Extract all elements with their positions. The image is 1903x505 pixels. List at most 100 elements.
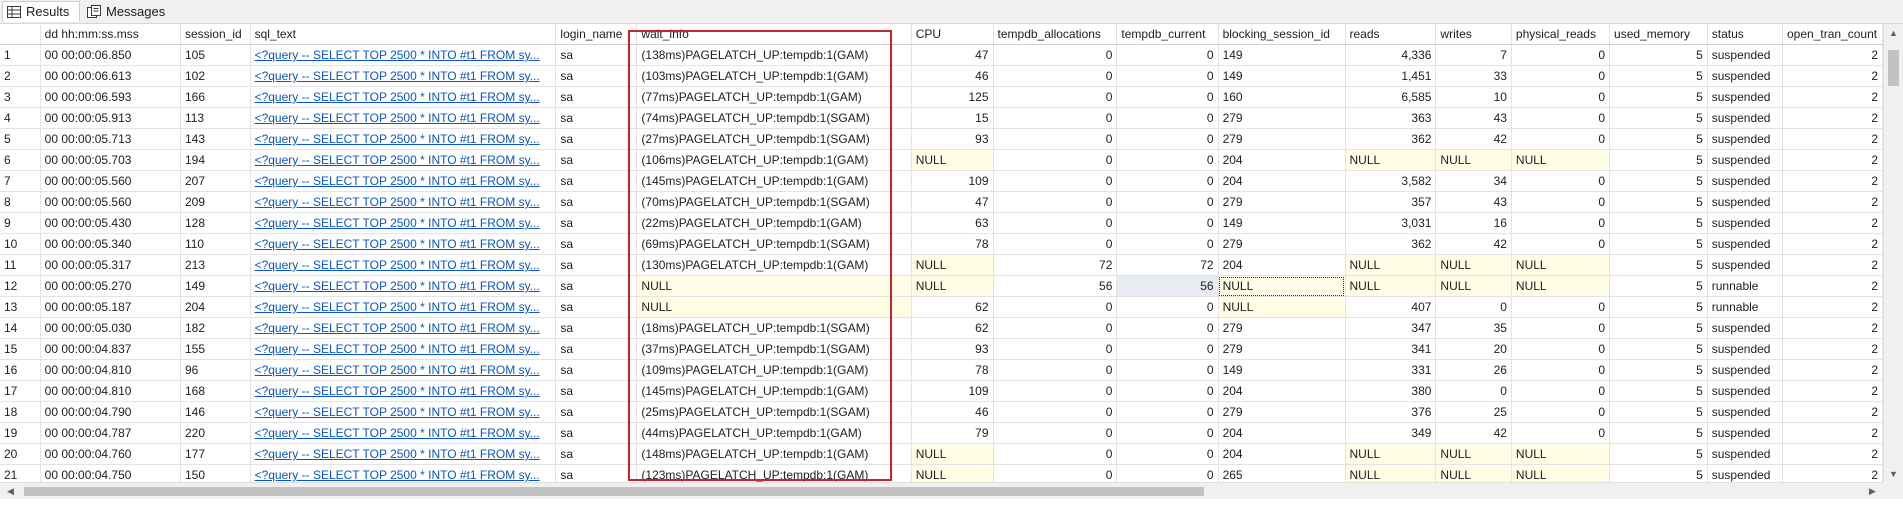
table-cell[interactable]: 362 xyxy=(1345,233,1437,255)
table-row[interactable]: 3 00 00:00:06.593 166 <?query -- SELECT TOP… xyxy=(0,86,1883,108)
table-cell[interactable]: sa xyxy=(555,44,638,66)
table-cell[interactable]: 0 xyxy=(1116,338,1219,360)
table-cell[interactable]: 357 xyxy=(1345,191,1437,213)
sql-text-link[interactable]: <?query -- SELECT TOP 2500 * INTO #t1 FR… xyxy=(250,338,557,360)
table-cell[interactable]: 279 xyxy=(1218,191,1346,213)
table-cell[interactable]: 0 xyxy=(1511,296,1611,318)
table-cell[interactable]: 56 xyxy=(1116,275,1219,297)
table-cell[interactable]: 00 00:00:04.787 xyxy=(40,422,181,444)
table-cell[interactable]: 1,451 xyxy=(1345,65,1437,87)
table-cell[interactable]: 0 xyxy=(993,443,1118,465)
table-cell[interactable]: 0 xyxy=(1511,422,1611,444)
table-cell[interactable]: 5 xyxy=(1609,464,1708,482)
table-cell[interactable]: sa xyxy=(555,317,638,339)
table-cell[interactable]: 42 xyxy=(1435,128,1512,150)
row-number[interactable]: 2 xyxy=(0,65,41,87)
table-cell[interactable]: 2 xyxy=(1782,107,1883,129)
vertical-scroll-thumb[interactable] xyxy=(1888,50,1899,86)
sql-text-link[interactable]: <?query -- SELECT TOP 2500 * INTO #t1 FR… xyxy=(250,212,557,234)
tab-messages[interactable]: Messages xyxy=(83,1,177,22)
table-cell[interactable]: 00 00:00:04.750 xyxy=(40,464,181,482)
table-cell[interactable]: (109ms)PAGELATCH_UP:tempdb:1(GAM) xyxy=(636,359,912,381)
table-cell[interactable]: 0 xyxy=(993,107,1118,129)
table-cell[interactable]: 79 xyxy=(911,422,994,444)
table-cell[interactable]: 56 xyxy=(993,275,1118,297)
table-cell[interactable]: 43 xyxy=(1435,107,1512,129)
table-cell[interactable]: 15 xyxy=(911,107,994,129)
table-cell[interactable]: NULL xyxy=(1511,149,1611,171)
row-number[interactable]: 11 xyxy=(0,254,41,276)
table-cell[interactable]: 0 xyxy=(1116,149,1219,171)
table-cell[interactable]: 0 xyxy=(1116,44,1219,66)
table-cell[interactable]: 5 xyxy=(1609,422,1708,444)
table-cell[interactable]: 4,336 xyxy=(1345,44,1437,66)
table-cell[interactable]: sa xyxy=(555,233,638,255)
sql-text-link[interactable]: <?query -- SELECT TOP 2500 * INTO #t1 FR… xyxy=(250,443,557,465)
table-cell[interactable]: 220 xyxy=(180,422,251,444)
column-header[interactable]: sql_text xyxy=(250,24,557,45)
table-cell[interactable]: suspended xyxy=(1707,212,1784,234)
table-cell[interactable]: 47 xyxy=(911,44,994,66)
table-cell[interactable]: suspended xyxy=(1707,422,1784,444)
scroll-left-arrow-icon[interactable]: ◀ xyxy=(2,483,19,500)
table-cell[interactable]: 204 xyxy=(1218,443,1346,465)
table-cell[interactable]: 5 xyxy=(1609,212,1708,234)
table-cell[interactable]: 6,585 xyxy=(1345,86,1437,108)
scroll-up-arrow-icon[interactable]: ▲ xyxy=(1884,24,1903,41)
table-cell[interactable]: 0 xyxy=(1511,170,1611,192)
table-cell[interactable]: 00 00:00:05.560 xyxy=(40,191,181,213)
table-cell[interactable]: 0 xyxy=(993,44,1118,66)
table-row[interactable]: 19 00 00:00:04.787 220 <?query -- SELECT TO… xyxy=(0,422,1883,444)
table-cell[interactable]: (103ms)PAGELATCH_UP:tempdb:1(GAM) xyxy=(636,65,912,87)
row-number[interactable]: 6 xyxy=(0,149,41,171)
table-cell[interactable]: sa xyxy=(555,170,638,192)
table-cell[interactable]: 35 xyxy=(1435,317,1512,339)
column-header[interactable]: CPU xyxy=(911,24,994,45)
sql-text-link[interactable]: <?query -- SELECT TOP 2500 * INTO #t1 FR… xyxy=(250,401,557,423)
table-cell[interactable]: sa xyxy=(555,254,638,276)
results-grid[interactable]: dd hh:mm:ss.mss session_id sql_text login_n… xyxy=(0,24,1883,482)
table-cell[interactable]: (74ms)PAGELATCH_UP:tempdb:1(SGAM) xyxy=(636,107,912,129)
table-cell[interactable]: 2 xyxy=(1782,233,1883,255)
row-number[interactable]: 3 xyxy=(0,86,41,108)
table-cell[interactable]: suspended xyxy=(1707,254,1784,276)
sql-text-link[interactable]: <?query -- SELECT TOP 2500 * INTO #t1 FR… xyxy=(250,233,557,255)
column-header[interactable]: status xyxy=(1707,24,1784,45)
table-cell[interactable]: 63 xyxy=(911,212,994,234)
table-cell[interactable]: 0 xyxy=(993,65,1118,87)
table-row[interactable]: 7 00 00:00:05.560 207 <?query -- SELECT TOP… xyxy=(0,170,1883,192)
table-cell[interactable]: 204 xyxy=(1218,422,1346,444)
table-cell[interactable]: 160 xyxy=(1218,86,1346,108)
table-cell[interactable]: 347 xyxy=(1345,317,1437,339)
table-cell[interactable]: (145ms)PAGELATCH_UP:tempdb:1(GAM) xyxy=(636,170,912,192)
column-header[interactable]: open_tran_count xyxy=(1782,24,1883,45)
sql-text-link[interactable]: <?query -- SELECT TOP 2500 * INTO #t1 FR… xyxy=(250,170,557,192)
table-cell[interactable]: NULL xyxy=(1435,149,1512,171)
table-cell[interactable]: 2 xyxy=(1782,254,1883,276)
table-cell[interactable]: 149 xyxy=(1218,212,1346,234)
table-cell[interactable]: 00 00:00:04.837 xyxy=(40,338,181,360)
table-cell[interactable]: sa xyxy=(555,296,638,318)
table-row[interactable]: 16 00 00:00:04.810 96 <?query -- SELECT TOP… xyxy=(0,359,1883,381)
sql-text-link[interactable]: <?query -- SELECT TOP 2500 * INTO #t1 FR… xyxy=(250,65,557,87)
table-cell[interactable]: 3,031 xyxy=(1345,212,1437,234)
table-cell[interactable]: 47 xyxy=(911,191,994,213)
row-number[interactable]: 8 xyxy=(0,191,41,213)
table-cell[interactable]: 42 xyxy=(1435,422,1512,444)
table-cell[interactable]: sa xyxy=(555,212,638,234)
table-cell[interactable]: 0 xyxy=(1511,359,1611,381)
table-cell[interactable]: sa xyxy=(555,338,638,360)
table-row[interactable]: 4 00 00:00:05.913 113 <?query -- SELECT TOP… xyxy=(0,107,1883,129)
table-cell[interactable]: 109 xyxy=(911,380,994,402)
table-cell[interactable]: (25ms)PAGELATCH_UP:tempdb:1(SGAM) xyxy=(636,401,912,423)
table-cell[interactable]: 0 xyxy=(1511,107,1611,129)
table-cell[interactable]: (70ms)PAGELATCH_UP:tempdb:1(SGAM) xyxy=(636,191,912,213)
table-cell[interactable]: 0 xyxy=(1116,65,1219,87)
sql-text-link[interactable]: <?query -- SELECT TOP 2500 * INTO #t1 FR… xyxy=(250,44,557,66)
table-cell[interactable]: 213 xyxy=(180,254,251,276)
table-row[interactable]: 2 00 00:00:06.613 102 <?query -- SELECT TOP… xyxy=(0,65,1883,87)
table-cell[interactable]: NULL xyxy=(636,296,912,318)
table-cell[interactable]: 5 xyxy=(1609,380,1708,402)
table-cell[interactable]: 0 xyxy=(1511,380,1611,402)
table-cell[interactable]: 0 xyxy=(993,359,1118,381)
